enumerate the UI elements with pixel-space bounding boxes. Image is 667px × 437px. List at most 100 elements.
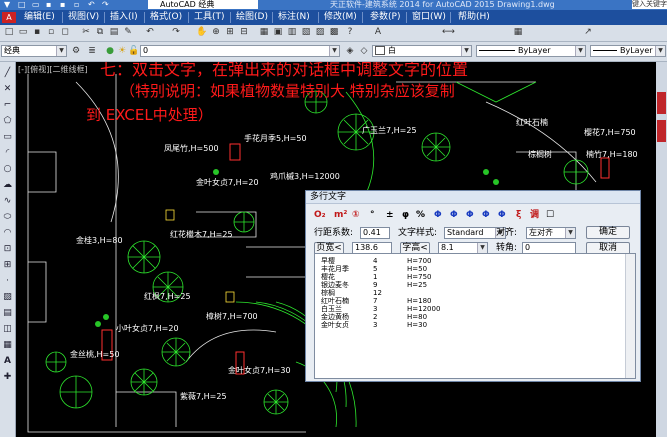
menu-view[interactable]: 视图(V) <box>68 12 99 23</box>
new-icon[interactable]: □ <box>3 27 15 38</box>
steel-bar-3-icon[interactable]: Φ <box>466 210 474 221</box>
sheet-set-icon[interactable]: ▧ <box>300 27 312 38</box>
construction-line-icon[interactable]: ✕ <box>2 84 13 95</box>
superscript-icon[interactable]: m² <box>334 210 347 221</box>
plant-label[interactable]: 棕榈树 <box>528 150 552 159</box>
match-icon[interactable]: ✎ <box>122 27 134 38</box>
paste-icon[interactable]: ▤ <box>108 27 120 38</box>
special-char-icon[interactable]: ξ <box>516 210 521 221</box>
workspace-dropdown[interactable]: AutoCAD 经典 <box>148 0 258 9</box>
make-current-icon[interactable]: ◈ <box>344 46 356 57</box>
line-spacing-input[interactable]: 0.41 <box>360 227 390 239</box>
circle-icon[interactable]: ○ <box>2 164 13 175</box>
menu-format[interactable]: 格式(O) <box>150 12 182 23</box>
markup-icon[interactable]: ▨ <box>314 27 326 38</box>
line-icon[interactable]: ╱ <box>2 68 13 79</box>
save-icon[interactable]: ▪ <box>31 27 43 38</box>
plant-label[interactable]: 紫薇7,H=25 <box>180 392 227 401</box>
properties-icon[interactable]: ▦ <box>258 27 270 38</box>
ok-button[interactable]: 确定 <box>586 226 630 239</box>
tool-palette-icon[interactable]: ▥ <box>286 27 298 38</box>
open-file-icon[interactable]: ▭ <box>32 0 40 10</box>
insert-block-icon[interactable]: ⊡ <box>2 244 13 255</box>
menu-dimension[interactable]: 标注(N) <box>278 12 310 23</box>
layer-manager-icon[interactable]: ≣ <box>86 46 98 57</box>
rectangle-icon[interactable]: ▭ <box>2 132 13 143</box>
undo-icon[interactable]: ↶ <box>88 0 95 10</box>
pick-icon[interactable]: ☐ <box>546 210 554 221</box>
mtext-editor[interactable]: 早樱 4 H=700 丰花月季 5 H=50 樱花 1 H=750 银边麦冬 9 H=25 棕榈… <box>314 253 636 379</box>
subscript-icon[interactable]: O₂ <box>314 210 326 221</box>
help-icon[interactable]: ? <box>344 27 356 38</box>
undo-icon[interactable]: ↶ <box>144 27 156 38</box>
layer-previous-icon[interactable]: ◇ <box>358 46 370 57</box>
layer-on-icon[interactable]: ● <box>104 46 116 57</box>
point-icon[interactable]: · <box>2 276 13 287</box>
layer-freeze-icon[interactable]: ☀ <box>116 46 128 57</box>
plant-label[interactable]: 广玉兰7,H=25 <box>362 126 417 135</box>
menu-window[interactable]: 窗口(W) <box>412 12 446 23</box>
hatch-icon[interactable]: ▨ <box>2 292 13 303</box>
menu-parameters[interactable]: 参数(P) <box>370 12 400 23</box>
steel-bar-4-icon[interactable]: Φ <box>482 210 490 221</box>
pan-icon[interactable]: ✋ <box>196 27 208 38</box>
zoom-icon[interactable]: ⊕ <box>210 27 222 38</box>
app-menu-icon[interactable]: ▼ <box>4 0 10 10</box>
menu-draw[interactable]: 绘图(D) <box>236 12 268 23</box>
polygon-icon[interactable]: ⬠ <box>2 116 13 127</box>
table-icon[interactable]: ▦ <box>2 340 13 351</box>
ellipse-icon[interactable]: ⬭ <box>2 212 13 223</box>
plant-label[interactable]: 鸡爪槭3,H=12000 <box>270 172 340 181</box>
plant-label[interactable]: 小叶女贞7,H=20 <box>116 324 179 333</box>
word-lib-icon[interactable]: 调 <box>530 210 539 221</box>
text-style-icon[interactable]: A <box>372 27 384 38</box>
align-select[interactable]: 左对齐 ▼ <box>526 227 576 239</box>
calc-icon[interactable]: ▩ <box>328 27 340 38</box>
redo-icon[interactable]: ↷ <box>102 0 109 10</box>
menu-edit[interactable]: 编辑(E) <box>24 12 55 23</box>
panel-tab[interactable] <box>657 92 666 114</box>
steel-bar-1-icon[interactable]: Φ <box>434 210 442 221</box>
gradient-icon[interactable]: ▤ <box>2 308 13 319</box>
circled-number-icon[interactable]: ① <box>352 210 360 221</box>
plant-label[interactable]: 红叶石楠 <box>516 118 548 127</box>
steel-bar-5-icon[interactable]: Φ <box>498 210 506 221</box>
polyline-icon[interactable]: ⌐ <box>2 100 13 111</box>
editor-scrollbar[interactable] <box>625 254 635 378</box>
arc-icon[interactable]: ◜ <box>2 148 13 159</box>
ellipse-arc-icon[interactable]: ◠ <box>2 228 13 239</box>
menu-modify[interactable]: 修改(M) <box>324 12 357 23</box>
viewport-controls[interactable]: [-][俯视][二维线框] <box>18 65 88 75</box>
workspace-combo[interactable]: 经典 ▼ <box>1 45 67 57</box>
redo-icon[interactable]: ↷ <box>170 27 182 38</box>
menu-insert[interactable]: 插入(I) <box>110 12 138 23</box>
new-file-icon[interactable]: □ <box>18 0 26 10</box>
settings-icon[interactable]: ⚙ <box>70 46 82 57</box>
layer-lock-icon[interactable]: 🔓 <box>128 46 140 57</box>
plant-label[interactable]: 楠竹7,H=180 <box>586 150 638 159</box>
plant-label[interactable]: 红花檵木7,H=25 <box>170 230 233 239</box>
plant-label[interactable]: 樟树7,H=700 <box>206 312 258 321</box>
degree-icon[interactable]: ° <box>370 210 375 221</box>
plant-label[interactable]: 金丝桃,H=50 <box>70 350 119 359</box>
add-selected-icon[interactable]: ✚ <box>2 372 13 383</box>
plant-label[interactable]: 红枫7,H=25 <box>144 292 191 301</box>
saveas-icon[interactable]: ▪ <box>60 0 65 10</box>
make-block-icon[interactable]: ⊞ <box>2 260 13 271</box>
linetype-combo[interactable]: ByLayer ▼ <box>476 45 586 57</box>
panel-tab[interactable] <box>657 120 666 142</box>
copy-icon[interactable]: ⧉ <box>94 27 106 38</box>
plus-minus-icon[interactable]: ± <box>386 210 394 221</box>
plant-label[interactable]: 手花月季5,H=50 <box>244 134 307 143</box>
dim-style-icon[interactable]: ⟷ <box>442 27 455 38</box>
cut-icon[interactable]: ✂ <box>80 27 92 38</box>
plant-label[interactable]: 樱花7,H=750 <box>584 128 636 137</box>
plant-label[interactable]: 凤尾竹,H=500 <box>164 144 219 153</box>
help-search-input[interactable]: 键入关键字 <box>632 0 667 9</box>
zoom-prev-icon[interactable]: ⊟ <box>238 27 250 38</box>
diameter-icon[interactable]: φ <box>402 210 409 221</box>
menu-help[interactable]: 帮助(H) <box>458 12 490 23</box>
plant-label[interactable]: 金叶女贞7,H=30 <box>228 366 291 375</box>
app-logo-icon[interactable]: A <box>2 12 16 23</box>
percent-icon[interactable]: % <box>416 210 425 221</box>
